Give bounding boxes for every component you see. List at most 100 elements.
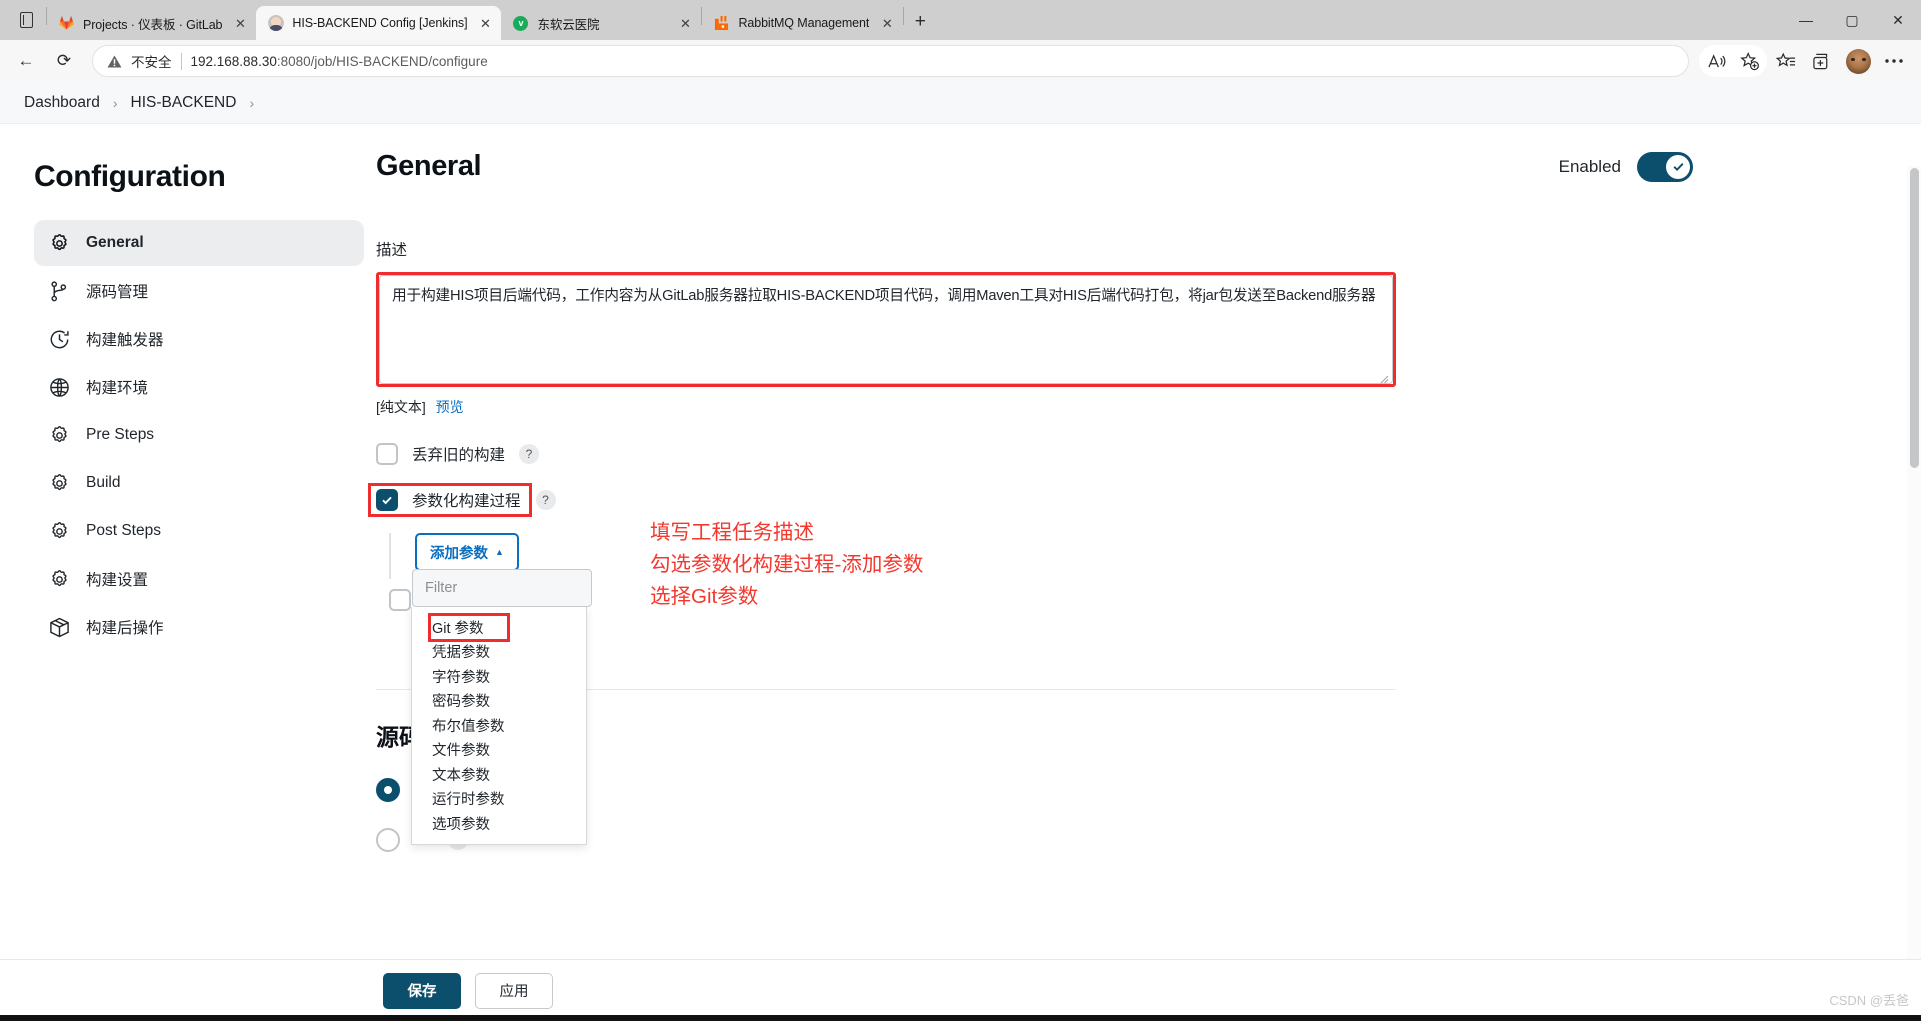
omnibox[interactable]: 不安全 192.168.88.30:8080/job/HIS-BACKEND/c… bbox=[92, 45, 1689, 77]
scm-radio-none[interactable] bbox=[376, 778, 400, 802]
dropdown-item-password-param[interactable]: 密码参数 bbox=[412, 689, 586, 714]
dropdown-item-credentials-param[interactable]: 凭据参数 bbox=[412, 640, 586, 665]
chevron-right-icon: › bbox=[112, 94, 118, 111]
clock-icon bbox=[48, 328, 70, 350]
breadcrumb-item-his-backend[interactable]: HIS-BACKEND bbox=[125, 92, 243, 114]
add-parameter-label: 添加参数 bbox=[430, 545, 489, 562]
browser-tab-gitlab[interactable]: Projects · 仪表板 · GitLab ✕ bbox=[47, 6, 256, 40]
sidebar-item-scm[interactable]: 源码管理 bbox=[34, 268, 364, 314]
resize-grip-icon[interactable] bbox=[1379, 371, 1389, 384]
browser-toolbar-icons bbox=[1699, 45, 1911, 77]
tab-search-icon bbox=[19, 12, 33, 28]
parameterized-build-checkbox[interactable] bbox=[376, 489, 398, 511]
dropdown-item-run-param[interactable]: 运行时参数 bbox=[412, 787, 586, 812]
scm-radio-git[interactable] bbox=[376, 828, 400, 852]
sidebar-item-label: Build bbox=[86, 474, 121, 491]
package-icon bbox=[48, 616, 70, 638]
back-button[interactable]: ← bbox=[8, 45, 44, 77]
sidebar-item-build[interactable]: Build bbox=[34, 460, 364, 506]
chevron-up-icon: ▲ bbox=[495, 547, 504, 557]
tab-search-button[interactable] bbox=[6, 0, 46, 40]
url-text: 192.168.88.30:8080/job/HIS-BACKEND/confi… bbox=[191, 54, 488, 69]
close-icon[interactable]: ✕ bbox=[230, 13, 250, 33]
parameters-area: 添加参数 ▲ Filter Git 参数 凭据参数 字符参数 密码参数 布尔值参… bbox=[389, 533, 1861, 845]
scm-option-none-row[interactable]: 无 bbox=[376, 778, 1861, 802]
browser-tab-neusoft[interactable]: v 东软云医院 ✕ bbox=[501, 6, 701, 40]
sidebar-item-general[interactable]: General bbox=[34, 220, 364, 266]
sidebar-item-label: Post Steps bbox=[86, 522, 161, 539]
close-icon[interactable]: ✕ bbox=[877, 13, 897, 33]
close-icon[interactable]: ✕ bbox=[675, 13, 695, 33]
tab-title: HIS-BACKEND Config [Jenkins] bbox=[292, 16, 468, 30]
extra-option-checkbox[interactable] bbox=[389, 589, 411, 611]
preview-link[interactable]: 预览 bbox=[436, 399, 464, 415]
parameter-type-dropdown: Filter Git 参数 凭据参数 字符参数 密码参数 布尔值参数 文件参数 … bbox=[411, 569, 592, 845]
parameter-filter-input[interactable]: Filter bbox=[412, 569, 592, 607]
omnibox-divider bbox=[180, 52, 182, 70]
section-header: General Enabled bbox=[376, 150, 1861, 183]
dropdown-item-string-param[interactable]: 字符参数 bbox=[412, 664, 586, 689]
dropdown-item-git-param[interactable]: Git 参数 bbox=[428, 613, 510, 642]
help-icon[interactable]: ? bbox=[535, 490, 556, 510]
settings-more-icon[interactable] bbox=[1877, 45, 1911, 77]
scm-option-git-row[interactable]: Git ? bbox=[376, 828, 1861, 852]
sidebar-item-build-settings[interactable]: 构建设置 bbox=[34, 556, 364, 602]
description-format-row: [纯文本] 预览 bbox=[376, 397, 1861, 417]
gear-icon bbox=[48, 232, 70, 254]
gear-icon bbox=[48, 424, 70, 446]
enabled-toggle[interactable] bbox=[1637, 151, 1693, 182]
extra-option-row[interactable] bbox=[389, 589, 1861, 611]
collections-icon[interactable] bbox=[1805, 45, 1839, 77]
discard-old-builds-label: 丢弃旧的构建 bbox=[412, 447, 506, 464]
sidebar-item-post-build-actions[interactable]: 构建后操作 bbox=[34, 604, 364, 650]
discard-old-builds-row[interactable]: 丢弃旧的构建 ? bbox=[376, 443, 1861, 465]
maximize-button[interactable]: ▢ bbox=[1829, 0, 1875, 40]
sidebar-item-label: 构建环境 bbox=[86, 380, 149, 397]
browser-tab-jenkins[interactable]: HIS-BACKEND Config [Jenkins] ✕ bbox=[256, 6, 502, 40]
minimize-button[interactable]: — bbox=[1783, 0, 1829, 40]
tab-title: Projects · 仪表板 · GitLab bbox=[83, 17, 223, 32]
favorites-icon[interactable] bbox=[1769, 45, 1803, 77]
description-input[interactable] bbox=[379, 275, 1393, 384]
gear-icon bbox=[48, 568, 70, 590]
page-scrollbar[interactable]: ▲ ▼ bbox=[1907, 166, 1921, 1021]
scrollbar-thumb[interactable] bbox=[1910, 168, 1919, 468]
jenkins-icon bbox=[267, 15, 284, 32]
description-highlight-box bbox=[376, 272, 1396, 387]
general-config-panel: General Enabled 描述 用于构建HIS项目后端代码，工作内容为从G… bbox=[360, 124, 1921, 1021]
sidebar-item-label: Pre Steps bbox=[86, 426, 155, 443]
close-window-button[interactable]: ✕ bbox=[1875, 0, 1921, 40]
sidebar-item-pre-steps[interactable]: Pre Steps bbox=[34, 412, 364, 458]
add-parameter-button[interactable]: 添加参数 ▲ bbox=[415, 533, 519, 571]
sidebar-item-build-environment[interactable]: 构建环境 bbox=[34, 364, 364, 410]
new-tab-button[interactable]: + bbox=[904, 6, 936, 38]
parameterized-build-highlight: 参数化构建过程 bbox=[368, 483, 532, 517]
dropdown-item-boolean-param[interactable]: 布尔值参数 bbox=[412, 713, 586, 738]
apply-button[interactable]: 应用 bbox=[475, 972, 553, 1009]
window-controls: — ▢ ✕ bbox=[1783, 0, 1921, 40]
dropdown-item-choice-param[interactable]: 选项参数 bbox=[412, 811, 586, 836]
parameterized-build-label: 参数化构建过程 bbox=[412, 493, 521, 510]
read-aloud-icon[interactable] bbox=[1699, 45, 1733, 77]
annotation-line-3: 选择Git参数 bbox=[650, 584, 759, 608]
configuration-sidebar: Configuration General 源码管理 构建触发器 构建环境 Pr… bbox=[0, 124, 364, 1021]
profile-avatar[interactable] bbox=[1841, 45, 1875, 77]
add-favorite-icon[interactable] bbox=[1733, 45, 1767, 77]
section-title-general: General bbox=[376, 150, 482, 182]
breadcrumb-item-dashboard[interactable]: Dashboard bbox=[18, 92, 106, 114]
help-icon[interactable]: ? bbox=[519, 444, 540, 464]
save-button[interactable]: 保存 bbox=[383, 972, 461, 1009]
dropdown-item-file-param[interactable]: 文件参数 bbox=[412, 738, 586, 763]
dropdown-item-text-param[interactable]: 文本参数 bbox=[412, 762, 586, 787]
reload-button[interactable]: ⟳ bbox=[46, 45, 82, 77]
annotation-line-1: 填写工程任务描述 bbox=[650, 521, 814, 544]
discard-old-builds-checkbox[interactable] bbox=[376, 443, 398, 465]
sidebar-item-label: General bbox=[86, 234, 144, 251]
sidebar-item-label: 构建后操作 bbox=[86, 620, 164, 637]
browser-tab-rabbitmq[interactable]: RabbitMQ Management ✕ bbox=[702, 6, 903, 40]
close-icon[interactable]: ✕ bbox=[475, 13, 495, 33]
not-secure-label: 不安全 bbox=[131, 55, 172, 70]
sidebar-item-label: 构建设置 bbox=[86, 572, 149, 589]
sidebar-item-build-triggers[interactable]: 构建触发器 bbox=[34, 316, 364, 362]
sidebar-item-post-steps[interactable]: Post Steps bbox=[34, 508, 364, 554]
